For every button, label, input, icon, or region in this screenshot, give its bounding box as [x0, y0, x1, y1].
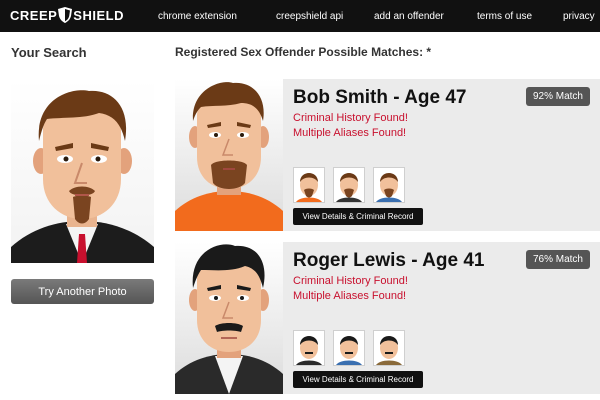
match-badge: 76% Match — [525, 250, 590, 269]
result-card: Roger Lewis - Age 41 76% Match Criminal … — [175, 242, 600, 394]
mugshot-photo[interactable] — [175, 79, 283, 231]
nav-links: chrome extension creepshield api add an … — [0, 0, 600, 32]
alias-thumbnail[interactable] — [373, 167, 405, 203]
matches-heading: Registered Sex Offender Possible Matches… — [175, 45, 432, 59]
result-name: Bob Smith - Age 47 — [293, 87, 467, 108]
criminal-history-alert: Criminal History Found! — [293, 275, 408, 287]
your-search-heading: Your Search — [11, 45, 87, 60]
nav-creepshield-api[interactable]: creepshield api — [276, 11, 343, 22]
uploaded-photo — [11, 79, 154, 263]
alias-thumbnail[interactable] — [293, 167, 325, 203]
alias-thumbnails — [293, 330, 405, 366]
result-name: Roger Lewis - Age 41 — [293, 250, 485, 271]
criminal-history-alert: Criminal History Found! — [293, 112, 408, 124]
result-card: Bob Smith - Age 47 92% Match Criminal Hi… — [175, 79, 600, 231]
alias-thumbnail[interactable] — [333, 330, 365, 366]
mugshot-illustration — [175, 82, 283, 231]
view-details-button[interactable]: View Details & Criminal Record — [293, 208, 423, 225]
nav-add-an-offender[interactable]: add an offender — [374, 11, 444, 22]
nav-terms-of-use[interactable]: terms of use — [477, 11, 532, 22]
nav-chrome-extension[interactable]: chrome extension — [158, 11, 237, 22]
user-face-illustration — [11, 90, 154, 263]
alias-thumbnail[interactable] — [373, 330, 405, 366]
mugshot-photo[interactable] — [175, 242, 283, 394]
alias-thumbnails — [293, 167, 405, 203]
match-badge: 92% Match — [525, 87, 590, 106]
alias-thumbnail[interactable] — [333, 167, 365, 203]
mugshot-illustration — [175, 244, 283, 394]
nav-privacy[interactable]: privacy — [563, 11, 595, 22]
aliases-alert: Multiple Aliases Found! — [293, 127, 407, 139]
top-nav-bar: CREEP SHIELD chrome extension creepshiel… — [0, 0, 600, 32]
view-details-button[interactable]: View Details & Criminal Record — [293, 371, 423, 388]
alias-thumbnail[interactable] — [293, 330, 325, 366]
try-another-photo-button[interactable]: Try Another Photo — [11, 279, 154, 304]
aliases-alert: Multiple Aliases Found! — [293, 290, 407, 302]
